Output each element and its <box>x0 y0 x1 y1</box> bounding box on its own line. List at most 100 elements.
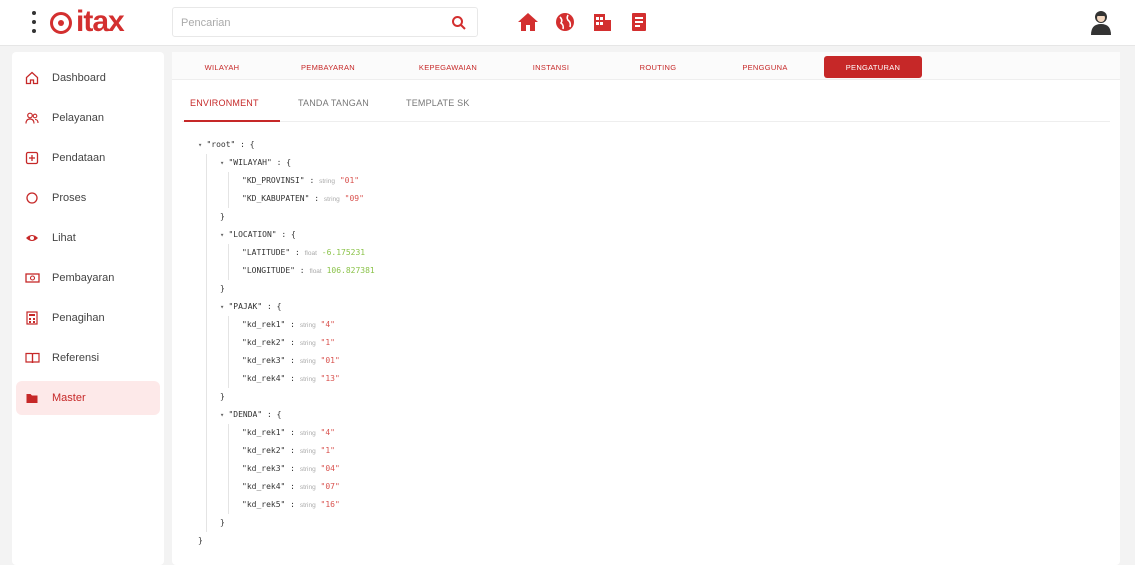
json-type: float <box>309 268 322 275</box>
book-icon <box>24 350 40 366</box>
json-value: "01" <box>320 356 340 365</box>
json-key: "kd_rek2" <box>242 338 286 347</box>
json-line-field: "LONGITUDE" : float 106.827381 <box>242 266 375 275</box>
json-line-group[interactable]: ▾ "DENDA" : { <box>198 406 375 424</box>
subtab-environment[interactable]: ENVIRONMENT <box>184 98 280 122</box>
json-type: float <box>304 250 317 257</box>
json-type: string <box>299 448 316 455</box>
json-line-field: "KD_PROVINSI" : string "01" <box>242 176 360 185</box>
json-line-close: } <box>220 392 225 401</box>
folder-icon <box>24 390 40 406</box>
sidebar-item-master[interactable]: Master <box>16 381 160 415</box>
home-icon <box>24 70 40 86</box>
json-type: string <box>323 196 340 203</box>
json-value: "4" <box>320 428 335 437</box>
json-value: "16" <box>320 500 340 509</box>
json-key: "kd_rek4" <box>242 482 286 491</box>
json-key: "KD_KABUPATEN" <box>242 194 310 203</box>
building-icon[interactable] <box>590 10 614 34</box>
json-key: "kd_rek3" <box>242 356 286 365</box>
json-line-close: } <box>220 212 225 221</box>
sidebar-item-penagihan[interactable]: Penagihan <box>16 301 160 335</box>
sidebar-item-label: Pelayanan <box>52 112 104 124</box>
json-key: "PAJAK" <box>228 302 263 311</box>
json-line-field: "kd_rek1" : string "4" <box>242 320 335 329</box>
search-icon[interactable] <box>451 15 467 31</box>
tab-pembayaran[interactable]: PEMBAYARAN <box>288 56 368 78</box>
itax-logo[interactable]: itax <box>50 5 125 38</box>
tab-routing[interactable]: ROUTING <box>626 56 690 78</box>
json-value: "04" <box>320 464 340 473</box>
json-line-field: "kd_rek5" : string "16" <box>242 500 340 509</box>
json-line-close: } <box>220 518 225 527</box>
calculator-icon <box>24 310 40 326</box>
json-line-field: "LATITUDE" : float -6.175231 <box>242 248 366 257</box>
sidebar-item-label: Dashboard <box>52 72 106 84</box>
json-type: string <box>299 484 316 491</box>
subtab-tanda-tangan[interactable]: TANDA TANGAN <box>298 98 388 122</box>
json-key: "kd_rek3" <box>242 464 286 473</box>
json-value: "01" <box>339 176 360 185</box>
json-value: "09" <box>344 194 364 203</box>
search-box <box>172 7 478 37</box>
json-line-field: "kd_rek4" : string "13" <box>242 374 340 383</box>
main-panel: WILAYAH PEMBAYARAN KEPEGAWAIAN INSTANSI … <box>172 52 1120 565</box>
sidebar-item-referensi[interactable]: Referensi <box>16 341 160 375</box>
subtab-template-sk[interactable]: TEMPLATE SK <box>406 98 486 122</box>
sidebar: Dashboard Pelayanan Pendataan Proses Lih… <box>12 52 164 565</box>
tab-wilayah[interactable]: WILAYAH <box>192 56 252 78</box>
sidebar-item-dashboard[interactable]: Dashboard <box>16 61 160 95</box>
user-avatar-icon[interactable] <box>1088 8 1114 36</box>
sidebar-item-pendataan[interactable]: Pendataan <box>16 141 160 175</box>
json-key: "kd_rek4" <box>242 374 286 383</box>
top-nav-icons <box>516 10 651 34</box>
json-key: "kd_rek1" <box>242 320 286 329</box>
json-value: -6.175231 <box>321 248 366 257</box>
money-icon <box>24 270 40 286</box>
sidebar-item-label: Referensi <box>52 352 100 364</box>
json-type: string <box>299 502 316 509</box>
tab-pengaturan[interactable]: PENGATURAN <box>824 56 922 78</box>
sidebar-item-pelayanan[interactable]: Pelayanan <box>16 101 160 135</box>
circle-icon <box>24 190 40 206</box>
sidebar-item-label: Lihat <box>52 232 76 244</box>
json-line-root[interactable]: ▾ "root" : { <box>198 136 375 154</box>
users-icon <box>24 110 40 126</box>
sidebar-item-label: Penagihan <box>52 312 105 324</box>
logo-text: itax <box>76 5 125 38</box>
sidebar-item-label: Pembayaran <box>52 272 115 284</box>
json-line-group[interactable]: ▾ "LOCATION" : { <box>198 226 375 244</box>
tab-kepegawaian[interactable]: KEPEGAWAIAN <box>406 56 490 78</box>
home-icon[interactable] <box>516 10 540 34</box>
json-key: "WILAYAH" <box>228 158 272 167</box>
json-key: "kd_rek2" <box>242 446 286 455</box>
document-icon[interactable] <box>627 10 651 34</box>
search-input[interactable] <box>181 14 441 32</box>
json-line-group[interactable]: ▾ "WILAYAH" : { <box>198 154 375 172</box>
sidebar-item-label: Proses <box>52 192 87 204</box>
json-type: string <box>299 322 316 329</box>
top-bar: itax <box>0 0 1135 46</box>
json-value: "1" <box>320 446 335 455</box>
json-value: "13" <box>320 374 340 383</box>
json-type: string <box>299 466 316 473</box>
json-line-field: "KD_KABUPATEN" : string "09" <box>242 194 364 203</box>
json-value: "4" <box>320 320 335 329</box>
json-key: "kd_rek1" <box>242 428 286 437</box>
sidebar-item-label: Pendataan <box>52 152 106 164</box>
json-value: 106.827381 <box>326 266 375 275</box>
globe-icon[interactable] <box>553 10 577 34</box>
json-value: "1" <box>320 338 335 347</box>
json-key: "LOCATION" <box>228 230 277 239</box>
master-tabs: WILAYAH PEMBAYARAN KEPEGAWAIAN INSTANSI … <box>172 52 1120 80</box>
json-line-group[interactable]: ▾ "PAJAK" : { <box>198 298 375 316</box>
logo-circle-icon <box>50 12 72 34</box>
json-line-field: "kd_rek2" : string "1" <box>242 338 335 347</box>
sidebar-item-lihat[interactable]: Lihat <box>16 221 160 255</box>
json-type: string <box>299 358 316 365</box>
tab-pengguna[interactable]: PENGGUNA <box>728 56 802 78</box>
sidebar-item-proses[interactable]: Proses <box>16 181 160 215</box>
menu-kebab-icon[interactable] <box>30 11 38 33</box>
tab-instansi[interactable]: INSTANSI <box>518 56 584 78</box>
sidebar-item-pembayaran[interactable]: Pembayaran <box>16 261 160 295</box>
